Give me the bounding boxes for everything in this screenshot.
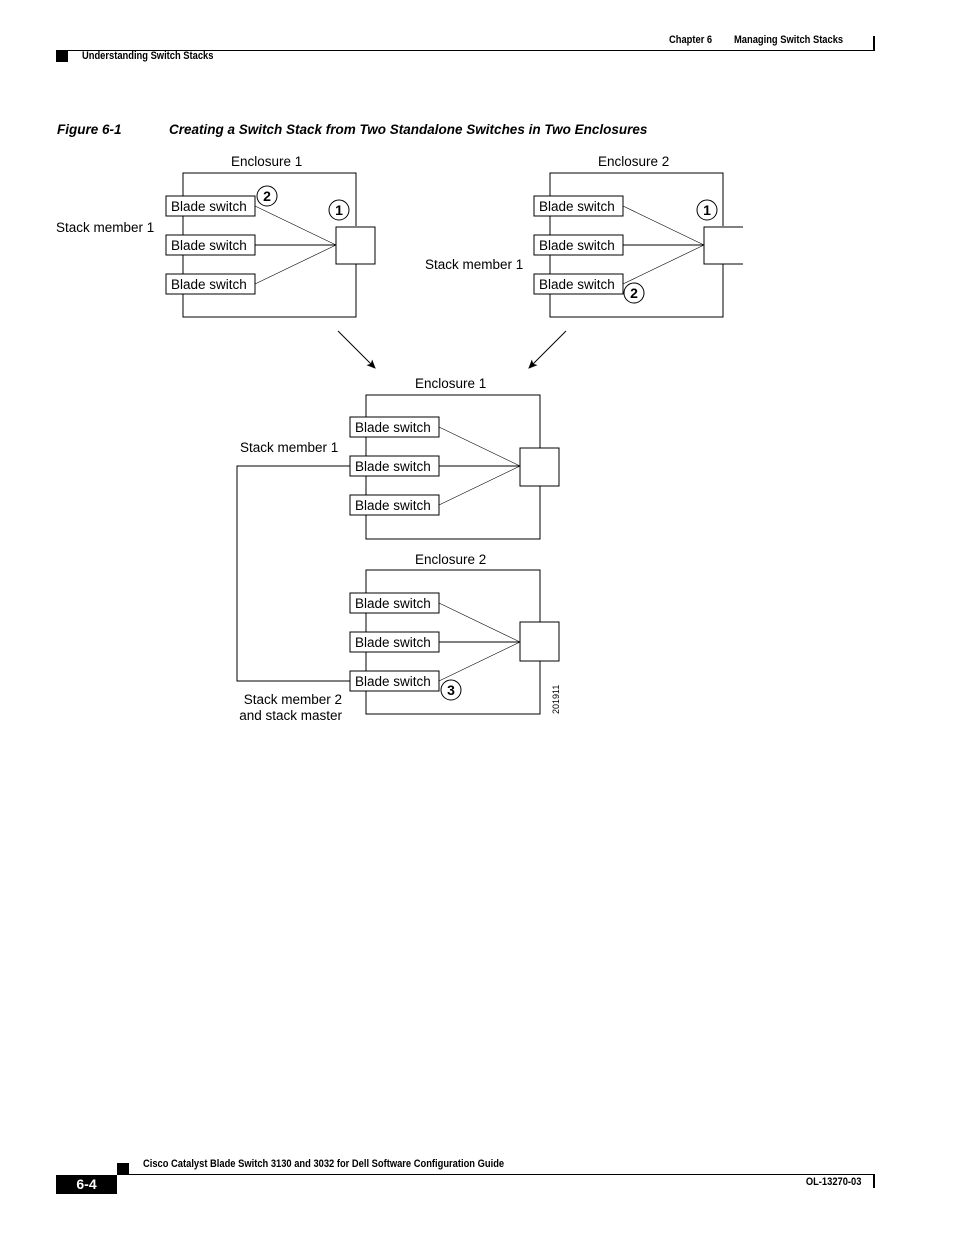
callout-number: 2 [263, 188, 271, 204]
merge-arrow-left [337, 330, 376, 369]
link-line [254, 244, 337, 285]
callout-number: 3 [447, 682, 455, 698]
enclosure-label: Enclosure 1 [231, 154, 302, 169]
footer-rule [117, 1174, 874, 1175]
art-id: 201911 [551, 685, 561, 714]
blade-switch-label: Blade switch [355, 420, 431, 435]
blade-switch-label: Blade switch [355, 596, 431, 611]
link-line [254, 205, 337, 246]
stack-member-label: Stack member 1 [240, 440, 338, 455]
stack-member-label-line1: Stack member 2 [244, 692, 342, 707]
enclosure-label: Enclosure 2 [415, 552, 486, 567]
callout-number: 2 [630, 285, 638, 301]
blade-switch-label: Blade switch [539, 277, 615, 292]
blade-switch-label: Blade switch [539, 238, 615, 253]
blade-switch-label: Blade switch [171, 238, 247, 253]
enclosure-label: Enclosure 2 [598, 154, 669, 169]
enclosure-label: Enclosure 1 [415, 376, 486, 391]
doc-id: OL-13270-03 [805, 1176, 861, 1188]
bottom-upper-enclosure-group: Enclosure 1 Blade switch Blade switch Bl… [240, 376, 560, 540]
link-line [438, 426, 521, 467]
guide-title: Cisco Catalyst Blade Switch 3130 and 303… [143, 1158, 505, 1170]
footer-right-bar [873, 1174, 875, 1188]
page-number: 6-4 [76, 1176, 97, 1192]
blade-switch-label: Blade switch [355, 498, 431, 513]
bottom-lower-enclosure-group: Enclosure 2 Blade switch Blade switch Bl… [239, 552, 561, 723]
stack-member-label-line2: and stack master [239, 708, 342, 723]
stack-diagram: Enclosure 1 Blade switch Blade switch Bl… [56, 154, 743, 723]
switch-module [519, 621, 560, 662]
switch-module [519, 447, 560, 487]
switch-module [335, 226, 376, 265]
link-line [438, 602, 521, 643]
stack-member-label: Stack member 1 [425, 257, 523, 272]
stack-cable [236, 465, 350, 682]
blade-switch-label: Blade switch [355, 635, 431, 650]
link-line [622, 205, 705, 246]
callout-number: 1 [703, 202, 711, 218]
blade-switch-label: Blade switch [355, 674, 431, 689]
blade-switch-label: Blade switch [539, 199, 615, 214]
blade-switch-label: Blade switch [171, 277, 247, 292]
link-line [438, 641, 521, 682]
top-left-enclosure-group: Enclosure 1 Blade switch Blade switch Bl… [56, 154, 376, 318]
top-right-enclosure-group: Enclosure 2 Blade switch Blade switch Bl… [425, 154, 743, 318]
link-line [438, 465, 521, 506]
merge-arrow-right [528, 330, 567, 369]
blade-switch-label: Blade switch [355, 459, 431, 474]
stack-member-label: Stack member 1 [56, 220, 154, 235]
link-line [622, 244, 705, 285]
callout-number: 1 [335, 202, 343, 218]
blade-switch-label: Blade switch [171, 199, 247, 214]
switch-module [703, 226, 743, 265]
